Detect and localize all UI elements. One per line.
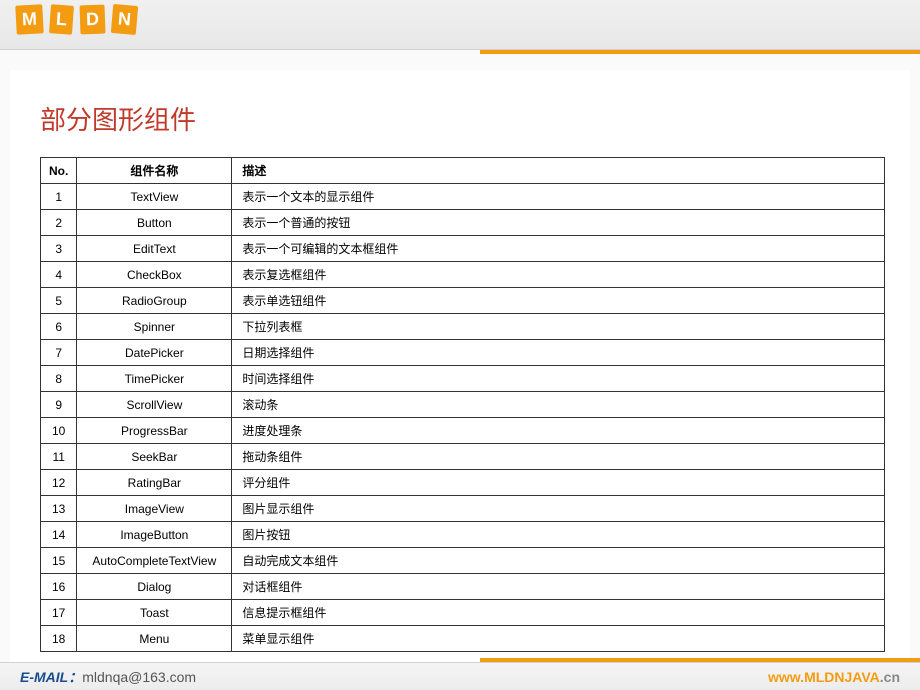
cell-desc: 表示一个普通的按钮 <box>232 210 885 236</box>
cell-name: TimePicker <box>77 366 232 392</box>
table-row: 13ImageView图片显示组件 <box>41 496 885 522</box>
cell-name: Dialog <box>77 574 232 600</box>
header-name: 组件名称 <box>77 158 232 184</box>
url-domain: MLDNJAVA <box>804 669 880 685</box>
cell-name: DatePicker <box>77 340 232 366</box>
table-row: 18Menu菜单显示组件 <box>41 626 885 652</box>
cell-desc: 日期选择组件 <box>232 340 885 366</box>
logo-letter: M <box>15 4 43 34</box>
cell-no: 5 <box>41 288 77 314</box>
table-row: 11SeekBar拖动条组件 <box>41 444 885 470</box>
cell-no: 9 <box>41 392 77 418</box>
cell-desc: 表示复选框组件 <box>232 262 885 288</box>
logo: M L D N <box>15 5 138 34</box>
table-row: 17Toast信息提示框组件 <box>41 600 885 626</box>
table-row: 12RatingBar评分组件 <box>41 470 885 496</box>
cell-no: 12 <box>41 470 77 496</box>
table-row: 1TextView表示一个文本的显示组件 <box>41 184 885 210</box>
table-row: 8TimePicker时间选择组件 <box>41 366 885 392</box>
header-no: No. <box>41 158 77 184</box>
footer-url: www.MLDNJAVA.cn <box>768 669 900 685</box>
cell-no: 17 <box>41 600 77 626</box>
cell-name: Menu <box>77 626 232 652</box>
cell-name: EditText <box>77 236 232 262</box>
table-row: 15AutoCompleteTextView自动完成文本组件 <box>41 548 885 574</box>
table-row: 5RadioGroup表示单选钮组件 <box>41 288 885 314</box>
cell-name: Toast <box>77 600 232 626</box>
url-suffix: .cn <box>880 669 900 685</box>
cell-name: RadioGroup <box>77 288 232 314</box>
cell-no: 18 <box>41 626 77 652</box>
cell-name: ProgressBar <box>77 418 232 444</box>
cell-name: ScrollView <box>77 392 232 418</box>
cell-desc: 时间选择组件 <box>232 366 885 392</box>
cell-desc: 表示单选钮组件 <box>232 288 885 314</box>
cell-desc: 图片按钮 <box>232 522 885 548</box>
cell-desc: 评分组件 <box>232 470 885 496</box>
cell-no: 16 <box>41 574 77 600</box>
table-row: 9ScrollView滚动条 <box>41 392 885 418</box>
table-row: 2Button表示一个普通的按钮 <box>41 210 885 236</box>
cell-desc: 表示一个文本的显示组件 <box>232 184 885 210</box>
cell-name: Button <box>77 210 232 236</box>
cell-desc: 表示一个可编辑的文本框组件 <box>232 236 885 262</box>
accent-bar-top <box>480 50 920 54</box>
cell-name: RatingBar <box>77 470 232 496</box>
header-desc: 描述 <box>232 158 885 184</box>
cell-no: 15 <box>41 548 77 574</box>
table-row: 14ImageButton图片按钮 <box>41 522 885 548</box>
cell-no: 11 <box>41 444 77 470</box>
cell-desc: 拖动条组件 <box>232 444 885 470</box>
top-bar: M L D N <box>0 0 920 50</box>
cell-no: 3 <box>41 236 77 262</box>
cell-no: 13 <box>41 496 77 522</box>
logo-letter: L <box>49 4 74 35</box>
cell-name: Spinner <box>77 314 232 340</box>
cell-no: 4 <box>41 262 77 288</box>
table-row: 4CheckBox表示复选框组件 <box>41 262 885 288</box>
email-label: E-MAIL： <box>20 669 82 685</box>
cell-name: ImageButton <box>77 522 232 548</box>
cell-name: TextView <box>77 184 232 210</box>
cell-no: 1 <box>41 184 77 210</box>
components-table: No. 组件名称 描述 1TextView表示一个文本的显示组件2Button表… <box>40 157 885 652</box>
logo-letter: N <box>111 4 138 35</box>
cell-desc: 下拉列表框 <box>232 314 885 340</box>
logo-letter: D <box>80 5 106 35</box>
table-row: 3EditText表示一个可编辑的文本框组件 <box>41 236 885 262</box>
cell-no: 10 <box>41 418 77 444</box>
cell-no: 2 <box>41 210 77 236</box>
cell-desc: 菜单显示组件 <box>232 626 885 652</box>
table-row: 10ProgressBar进度处理条 <box>41 418 885 444</box>
cell-no: 7 <box>41 340 77 366</box>
cell-desc: 滚动条 <box>232 392 885 418</box>
cell-name: CheckBox <box>77 262 232 288</box>
table-row: 16Dialog对话框组件 <box>41 574 885 600</box>
cell-desc: 进度处理条 <box>232 418 885 444</box>
cell-desc: 信息提示框组件 <box>232 600 885 626</box>
cell-no: 8 <box>41 366 77 392</box>
cell-name: AutoCompleteTextView <box>77 548 232 574</box>
table-row: 6Spinner下拉列表框 <box>41 314 885 340</box>
page-title: 部分图形组件 <box>40 100 880 137</box>
content-area: 部分图形组件 No. 组件名称 描述 1TextView表示一个文本的显示组件2… <box>10 70 910 662</box>
cell-no: 14 <box>41 522 77 548</box>
cell-name: SeekBar <box>77 444 232 470</box>
cell-desc: 图片显示组件 <box>232 496 885 522</box>
cell-name: ImageView <box>77 496 232 522</box>
cell-desc: 自动完成文本组件 <box>232 548 885 574</box>
url-prefix: www. <box>768 669 804 685</box>
email-value: mldnqa@163.com <box>82 669 196 685</box>
footer-email: E-MAIL：mldnqa@163.com <box>20 667 196 687</box>
cell-desc: 对话框组件 <box>232 574 885 600</box>
footer-bar: E-MAIL：mldnqa@163.com www.MLDNJAVA.cn <box>0 662 920 690</box>
table-header-row: No. 组件名称 描述 <box>41 158 885 184</box>
table-row: 7DatePicker日期选择组件 <box>41 340 885 366</box>
cell-no: 6 <box>41 314 77 340</box>
